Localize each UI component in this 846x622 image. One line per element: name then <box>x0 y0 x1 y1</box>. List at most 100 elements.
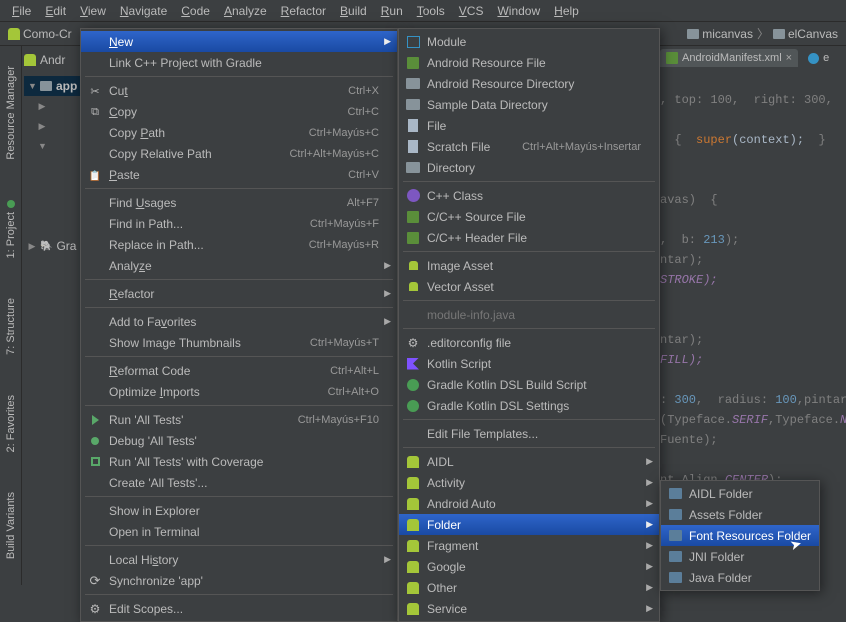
menu-item-android-resource-directory[interactable]: Android Resource Directory <box>399 73 659 94</box>
chevron-right-icon: 〉 <box>757 25 769 42</box>
menubar-item-help[interactable]: Help <box>548 2 585 20</box>
menu-item-label: Directory <box>427 161 641 175</box>
tool-window-stripe[interactable]: 7: Structure <box>5 298 17 355</box>
menu-item-label: AIDL <box>427 455 641 469</box>
menu-item-paste[interactable]: PasteCtrl+V <box>81 164 397 185</box>
editor-tab[interactable]: e <box>802 49 835 67</box>
menu-item-link-c-project-with-gradle[interactable]: Link C++ Project with Gradle <box>81 52 397 73</box>
menubar-item-refactor[interactable]: Refactor <box>275 2 332 20</box>
close-icon[interactable]: × <box>786 52 792 64</box>
tool-window-stripe[interactable]: 1: Project <box>5 212 17 258</box>
menubar-item-analyze[interactable]: Analyze <box>218 2 273 20</box>
project-tree[interactable]: Andr ▼ app ▶ ▶ ▼ ▶ 🐘 Gra <box>22 46 82 260</box>
menu-item-android-resource-file[interactable]: Android Resource File <box>399 52 659 73</box>
menu-item-google[interactable]: Google▶ <box>399 556 659 577</box>
menu-item-add-to-favorites[interactable]: Add to Favorites▶ <box>81 311 397 332</box>
menu-item-label: C/C++ Header File <box>427 231 641 245</box>
menu-item-synchronize-app[interactable]: Synchronize 'app' <box>81 570 397 591</box>
menu-item-c-c-header-file[interactable]: C/C++ Header File <box>399 227 659 248</box>
menu-item-image-asset[interactable]: Image Asset <box>399 255 659 276</box>
menu-item-cut[interactable]: CutCtrl+X <box>81 80 397 101</box>
menubar-item-edit[interactable]: Edit <box>39 2 72 20</box>
menubar-item-vcs[interactable]: VCS <box>453 2 490 20</box>
menubar-item-code[interactable]: Code <box>175 2 216 20</box>
menubar-item-window[interactable]: Window <box>491 2 546 20</box>
menu-item-service[interactable]: Service▶ <box>399 598 659 619</box>
breadcrumb-item[interactable]: micanvas <box>687 27 753 41</box>
menu-item-c-class[interactable]: C++ Class <box>399 185 659 206</box>
tree-node[interactable]: ▼ <box>24 136 80 156</box>
menubar-item-navigate[interactable]: Navigate <box>114 2 173 20</box>
menu-item-analyze[interactable]: Analyze▶ <box>81 255 397 276</box>
tree-node[interactable]: ▶ <box>24 96 80 116</box>
menu-item-optimize-imports[interactable]: Optimize ImportsCtrl+Alt+O <box>81 381 397 402</box>
menu-item-copy-path[interactable]: Copy PathCtrl+Mayús+C <box>81 122 397 143</box>
menubar-item-tools[interactable]: Tools <box>411 2 451 20</box>
menu-item-kotlin-script[interactable]: Kotlin Script <box>399 353 659 374</box>
menu-item-find-in-path[interactable]: Find in Path...Ctrl+Mayús+F <box>81 213 397 234</box>
menu-item-module-info-java[interactable]: module-info.java <box>399 304 659 325</box>
menu-item-copy[interactable]: CopyCtrl+C <box>81 101 397 122</box>
menu-item-aidl[interactable]: AIDL▶ <box>399 451 659 472</box>
menu-item-other[interactable]: Other▶ <box>399 577 659 598</box>
breadcrumb-item[interactable]: Como-Cr <box>8 27 72 41</box>
menu-item-directory[interactable]: Directory <box>399 157 659 178</box>
menubar-item-run[interactable]: Run <box>375 2 409 20</box>
g-icon <box>407 379 419 391</box>
menu-item-jni-folder[interactable]: JNI Folder <box>661 546 819 567</box>
breadcrumb-item[interactable]: elCanvas <box>773 27 838 41</box>
menu-item-run-all-tests[interactable]: Run 'All Tests'Ctrl+Mayús+F10 <box>81 409 397 430</box>
menu-item-show-image-thumbnails[interactable]: Show Image ThumbnailsCtrl+Mayús+T <box>81 332 397 353</box>
bc-label: elCanvas <box>788 27 838 41</box>
menu-item-copy-relative-path[interactable]: Copy Relative PathCtrl+Alt+Mayús+C <box>81 143 397 164</box>
menu-item-new[interactable]: New▶ <box>81 31 397 52</box>
menu-item-label: Android Resource File <box>427 56 641 70</box>
code-line: STROKE); <box>660 273 718 287</box>
menu-item-run-all-tests-with-coverage[interactable]: Run 'All Tests' with Coverage <box>81 451 397 472</box>
menubar-item-file[interactable]: File <box>6 2 37 20</box>
chevron-down-icon: ▼ <box>38 141 46 151</box>
tree-node[interactable]: ▶ <box>24 116 80 136</box>
tree-label: Andr <box>40 53 65 67</box>
menu-item-show-in-explorer[interactable]: Show in Explorer <box>81 500 397 521</box>
menu-item-android-auto[interactable]: Android Auto▶ <box>399 493 659 514</box>
menu-item-vector-asset[interactable]: Vector Asset <box>399 276 659 297</box>
chevron-right-icon: ▶ <box>384 260 391 271</box>
tool-window-stripe[interactable]: Resource Manager <box>5 66 17 160</box>
menu-item-refactor[interactable]: Refactor▶ <box>81 283 397 304</box>
code-editor[interactable]: , top: 100, right: 300, botto { super(co… <box>660 70 846 550</box>
menu-item-label: Android Auto <box>427 497 641 511</box>
menu-item-edit-scopes[interactable]: Edit Scopes... <box>81 598 397 619</box>
menu-item-edit-file-templates[interactable]: Edit File Templates... <box>399 423 659 444</box>
menu-item-label: Find Usages <box>109 196 317 210</box>
menu-item-reformat-code[interactable]: Reformat CodeCtrl+Alt+L <box>81 360 397 381</box>
menu-item-aidl-folder[interactable]: AIDL Folder <box>661 483 819 504</box>
menu-item-debug-all-tests[interactable]: Debug 'All Tests' <box>81 430 397 451</box>
project-tree-tab[interactable]: Andr <box>24 50 80 70</box>
menu-item-open-in-terminal[interactable]: Open in Terminal <box>81 521 397 542</box>
menubar-item-build[interactable]: Build <box>334 2 373 20</box>
menu-item-local-history[interactable]: Local History▶ <box>81 549 397 570</box>
menu-item-editorconfig-file[interactable]: .editorconfig file <box>399 332 659 353</box>
menu-item-fragment[interactable]: Fragment▶ <box>399 535 659 556</box>
menu-item-module[interactable]: Module <box>399 31 659 52</box>
menu-item-activity[interactable]: Activity▶ <box>399 472 659 493</box>
menu-item-sample-data-directory[interactable]: Sample Data Directory <box>399 94 659 115</box>
menu-item-folder[interactable]: Folder▶ <box>399 514 659 535</box>
menu-item-scratch-file[interactable]: Scratch FileCtrl+Alt+Mayús+Insertar <box>399 136 659 157</box>
menu-item-gradle-kotlin-dsl-build-script[interactable]: Gradle Kotlin DSL Build Script <box>399 374 659 395</box>
menubar-item-view[interactable]: View <box>74 2 112 20</box>
menu-item-create-all-tests[interactable]: Create 'All Tests'... <box>81 472 397 493</box>
editor-tab[interactable]: AndroidManifest.xml × <box>660 49 798 67</box>
tree-node-app[interactable]: ▼ app <box>24 76 80 96</box>
menu-item-assets-folder[interactable]: Assets Folder <box>661 504 819 525</box>
menu-item-replace-in-path[interactable]: Replace in Path...Ctrl+Mayús+R <box>81 234 397 255</box>
tool-window-stripe[interactable]: 2: Favorites <box>5 395 17 452</box>
menu-item-c-c-source-file[interactable]: C/C++ Source File <box>399 206 659 227</box>
menu-item-file[interactable]: File <box>399 115 659 136</box>
tool-window-stripe[interactable]: Build Variants <box>5 492 17 559</box>
menu-item-find-usages[interactable]: Find UsagesAlt+F7 <box>81 192 397 213</box>
menu-item-font-resources-folder[interactable]: Font Resources Folder <box>661 525 819 546</box>
menu-item-gradle-kotlin-dsl-settings[interactable]: Gradle Kotlin DSL Settings <box>399 395 659 416</box>
tree-node-gradle[interactable]: ▶ 🐘 Gra <box>24 236 80 256</box>
